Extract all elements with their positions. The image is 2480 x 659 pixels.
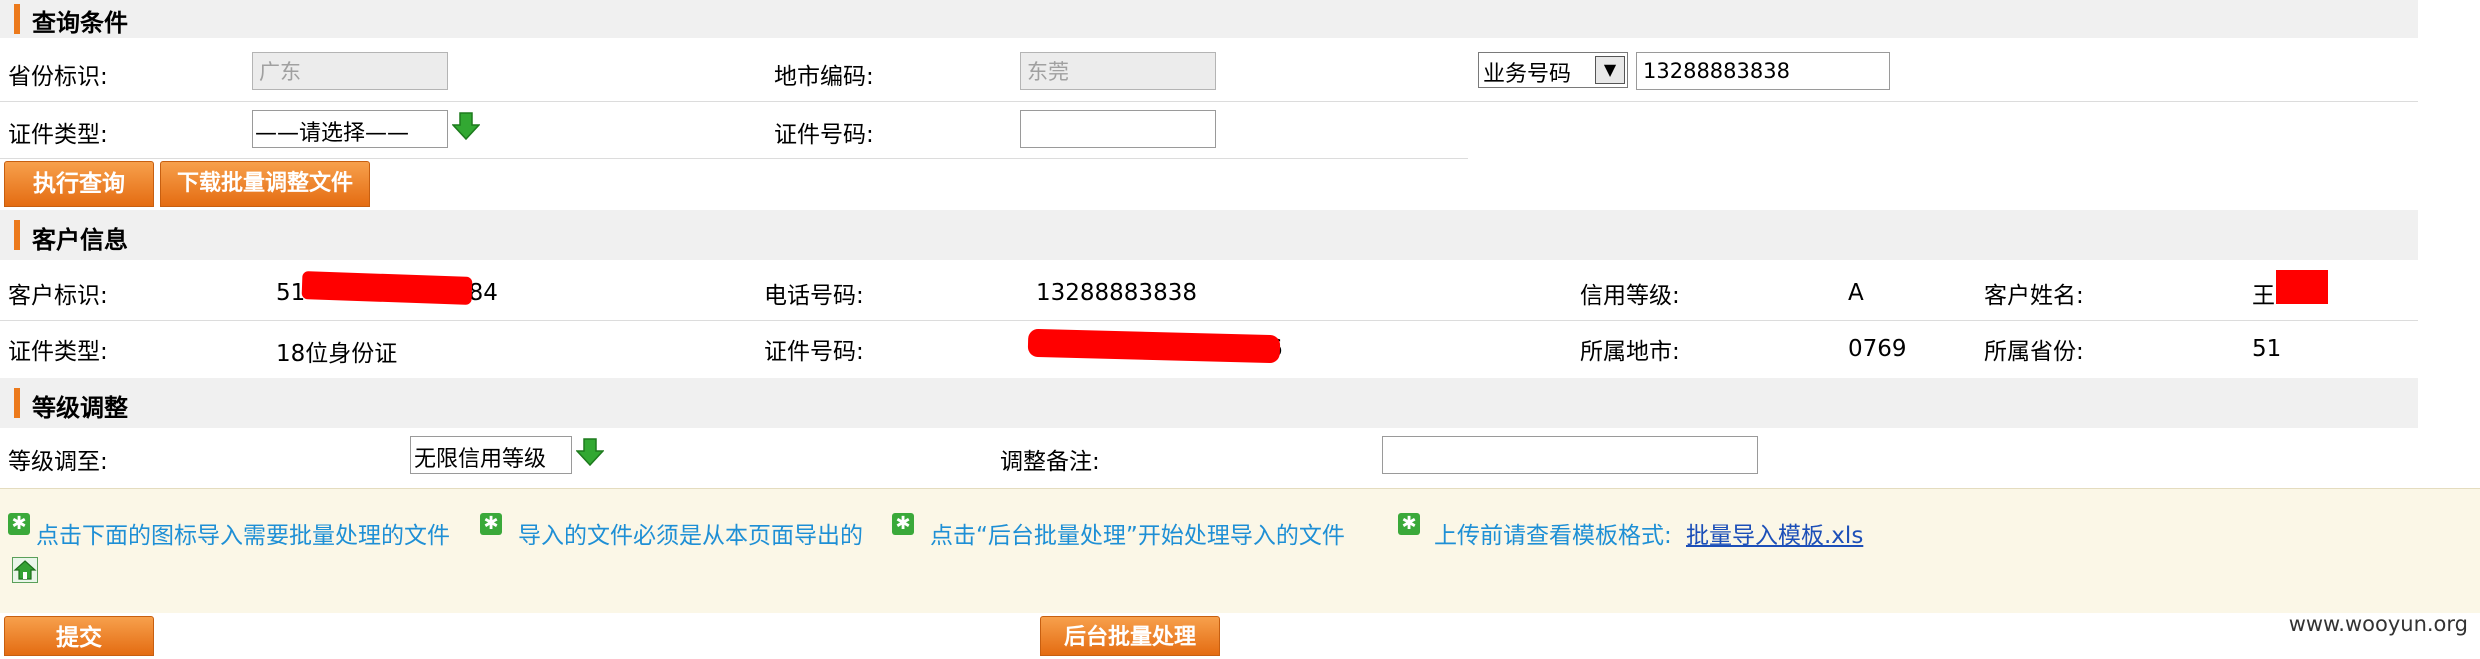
remark-input[interactable] bbox=[1382, 436, 1758, 474]
level-label: 等级调至: bbox=[8, 449, 108, 475]
section-accent-bar bbox=[14, 4, 20, 34]
biz-type-select[interactable]: 业务号码 ▼ bbox=[1478, 52, 1628, 88]
idnum-input[interactable] bbox=[1020, 110, 1216, 148]
idtype-select[interactable]: ——请选择—— bbox=[252, 110, 448, 148]
arrow-down-icon[interactable] bbox=[452, 111, 480, 141]
cust-idtype-label: 证件类型: bbox=[8, 339, 108, 365]
query-section-header: 查询条件 bbox=[0, 0, 2418, 38]
customer-section-title: 客户信息 bbox=[32, 226, 128, 254]
idtype-select-value: ——请选择—— bbox=[255, 121, 410, 146]
notice-tip-1: 点击下面的图标导入需要批量处理的文件 bbox=[36, 523, 450, 549]
chevron-down-icon[interactable]: ▼ bbox=[1595, 56, 1625, 84]
notice-tip-2: 导入的文件必须是从本页面导出的 bbox=[518, 523, 863, 549]
section-accent-bar bbox=[14, 220, 20, 250]
row-divider bbox=[0, 101, 2418, 102]
batch-process-button[interactable]: 后台批量处理 bbox=[1040, 616, 1220, 656]
section-accent-bar bbox=[14, 388, 20, 418]
home-import-icon bbox=[13, 560, 37, 580]
cust-city-label: 所属地市: bbox=[1580, 339, 1680, 365]
biz-type-select-value: 业务号码 bbox=[1483, 62, 1572, 87]
notice-tip-4: 上传前请查看模板格式: bbox=[1434, 523, 1672, 549]
cust-city-value: 0769 bbox=[1848, 336, 1907, 362]
execute-query-button[interactable]: 执行查询 bbox=[4, 161, 154, 207]
tip-icon: ✱ bbox=[1398, 513, 1420, 535]
level-select-value: 无限信用等级 bbox=[414, 447, 547, 472]
level-select[interactable]: 无限信用等级 bbox=[410, 436, 572, 474]
credit-label: 信用等级: bbox=[1580, 283, 1680, 309]
cust-province-label: 所属省份: bbox=[1984, 339, 2084, 365]
tip-icon: ✱ bbox=[8, 513, 30, 535]
notice-tip-3: 点击“后台批量处理”开始处理导入的文件 bbox=[930, 523, 1345, 549]
redaction-mark bbox=[2276, 270, 2328, 304]
adjust-section-title: 等级调整 bbox=[32, 394, 128, 422]
redaction-mark bbox=[1027, 328, 1281, 364]
name-label: 客户姓名: bbox=[1984, 283, 2084, 309]
cust-idtype-value: 18位身份证 bbox=[276, 341, 398, 367]
submit-button[interactable]: 提交 bbox=[4, 616, 154, 656]
cust-province-value: 51 bbox=[2252, 336, 2282, 362]
template-download-link[interactable]: 批量导入模板.xls bbox=[1686, 516, 1863, 550]
tip-icon: ✱ bbox=[892, 513, 914, 535]
phone-label: 电话号码: bbox=[764, 283, 864, 309]
idtype-label: 证件类型: bbox=[8, 122, 108, 148]
download-batch-file-button[interactable]: 下载批量调整文件 bbox=[160, 161, 370, 207]
notice-panel: ✱ 点击下面的图标导入需要批量处理的文件 ✱ 导入的文件必须是从本页面导出的 ✱… bbox=[0, 488, 2480, 613]
province-label: 省份标识: bbox=[8, 64, 108, 90]
idnum-label: 证件号码: bbox=[774, 122, 874, 148]
row-divider bbox=[0, 320, 2418, 321]
query-section-title: 查询条件 bbox=[32, 9, 128, 37]
city-input[interactable] bbox=[1020, 52, 1216, 90]
redaction-mark bbox=[301, 271, 473, 305]
province-input[interactable] bbox=[252, 52, 448, 90]
phone-value: 13288883838 bbox=[1036, 280, 1197, 306]
import-icon[interactable] bbox=[12, 557, 38, 583]
credit-value: A bbox=[1848, 280, 1864, 306]
row-divider bbox=[0, 158, 1468, 159]
watermark-text: www.wooyun.org bbox=[2288, 612, 2468, 636]
biz-number-input[interactable] bbox=[1636, 52, 1890, 90]
remark-label: 调整备注: bbox=[1000, 449, 1100, 475]
city-label: 地市编码: bbox=[774, 64, 874, 90]
cust-id-label: 客户标识: bbox=[8, 283, 108, 309]
name-value: 王 bbox=[2252, 283, 2275, 309]
adjust-section-header: 等级调整 bbox=[0, 378, 2418, 428]
cust-idnum-label: 证件号码: bbox=[764, 339, 864, 365]
arrow-down-icon[interactable] bbox=[576, 437, 604, 467]
customer-section-header: 客户信息 bbox=[0, 210, 2418, 260]
tip-icon: ✱ bbox=[480, 513, 502, 535]
